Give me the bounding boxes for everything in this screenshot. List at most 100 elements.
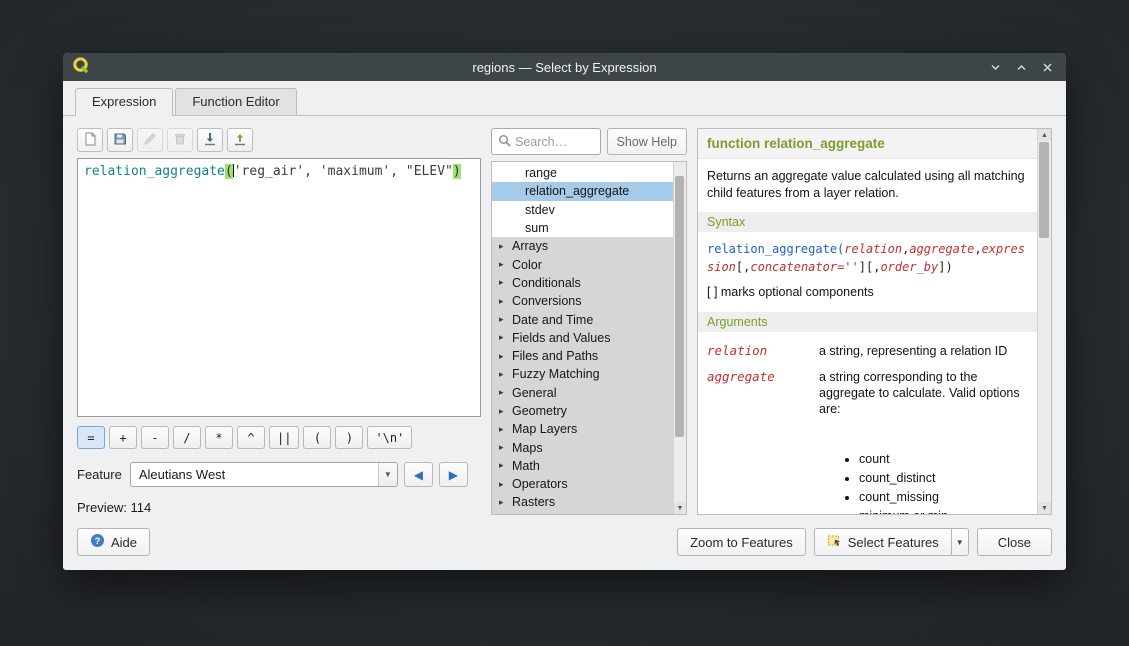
operator-button-5[interactable]: ^ (237, 426, 265, 449)
dialog-body: Expression Function Editor (63, 81, 1066, 570)
tree-item-rasters[interactable]: ▸Rasters (492, 493, 673, 511)
expression-token: relation_aggregate (84, 164, 225, 179)
expand-arrow-icon[interactable]: ▸ (499, 259, 512, 270)
new-expression-button[interactable] (77, 128, 103, 152)
tree-item-fields-and-values[interactable]: ▸Fields and Values (492, 329, 673, 347)
select-features-icon (827, 533, 842, 551)
operator-button-8[interactable]: ) (335, 426, 363, 449)
tree-item-math[interactable]: ▸Math (492, 457, 673, 475)
expand-arrow-icon[interactable]: ▸ (499, 479, 512, 490)
minimize-button[interactable] (986, 58, 1005, 77)
feature-label: Feature (77, 467, 122, 482)
syntax-token: , (974, 242, 981, 256)
search-input[interactable] (515, 135, 596, 149)
operator-button-0[interactable]: = (77, 426, 105, 449)
tree-item-geometry[interactable]: ▸Geometry (492, 402, 673, 420)
scroll-up-icon[interactable]: ▲ (1038, 129, 1051, 141)
help-scrollbar[interactable]: ▲ ▼ (1037, 129, 1051, 514)
tree-item-fuzzy-matching[interactable]: ▸Fuzzy Matching (492, 365, 673, 383)
tree-item-files-and-paths[interactable]: ▸Files and Paths (492, 347, 673, 365)
tree-item-general[interactable]: ▸General (492, 384, 673, 402)
tree-item-label: Conditionals (512, 276, 581, 290)
tab-function-editor[interactable]: Function Editor (175, 88, 296, 115)
search-row: Show Help (491, 128, 687, 155)
tree-item-maps[interactable]: ▸Maps (492, 438, 673, 456)
export-expressions-button[interactable] (227, 128, 253, 152)
arrow-up-icon (232, 131, 248, 150)
expand-arrow-icon[interactable]: ▸ (499, 241, 512, 252)
feature-row: Feature Aleutians West ▼ ◀ ▶ (77, 462, 481, 487)
tree-item-color[interactable]: ▸Color (492, 255, 673, 273)
expand-arrow-icon[interactable]: ▸ (499, 332, 512, 343)
operator-button-6[interactable]: || (269, 426, 299, 449)
operator-button-7[interactable]: ( (303, 426, 331, 449)
tab-bar: Expression Function Editor (63, 81, 1066, 116)
import-expressions-button[interactable] (197, 128, 223, 152)
titlebar[interactable]: regions — Select by Expression (63, 53, 1066, 81)
expand-arrow-icon[interactable]: ▸ (499, 387, 512, 398)
operator-button-1[interactable]: + (109, 426, 137, 449)
blank-document-icon (82, 131, 98, 150)
tree-scrollbar-thumb[interactable] (675, 176, 684, 436)
scroll-down-icon[interactable]: ▼ (1038, 502, 1051, 514)
operator-button-4[interactable]: * (205, 426, 233, 449)
previous-feature-button[interactable]: ◀ (404, 462, 433, 487)
expand-arrow-icon[interactable]: ▸ (499, 406, 512, 417)
help-scrollbar-thumb[interactable] (1039, 142, 1049, 238)
expression-editor[interactable]: relation_aggregate('reg_air', 'maximum',… (77, 158, 481, 417)
tree-item-operators[interactable]: ▸Operators (492, 475, 673, 493)
expand-arrow-icon[interactable]: ▸ (499, 460, 512, 471)
expand-arrow-icon[interactable]: ▸ (499, 497, 512, 508)
show-help-button[interactable]: Show Help (607, 128, 687, 155)
delete-expression-button[interactable] (167, 128, 193, 152)
tree-item-label: stdev (525, 203, 555, 217)
expression-token: 'reg_air', 'maximum', "ELEV" (234, 164, 453, 179)
function-tree: rangerelation_aggregatestdevsum▸Arrays▸C… (492, 162, 673, 514)
expand-arrow-icon[interactable]: ▸ (499, 369, 512, 380)
maximize-button[interactable] (1012, 58, 1031, 77)
select-features-button[interactable]: Select Features (815, 529, 951, 555)
tree-item-range[interactable]: range (492, 164, 673, 182)
expand-arrow-icon[interactable]: ▸ (499, 424, 512, 435)
svg-text:?: ? (95, 536, 101, 547)
operator-button-3[interactable]: / (173, 426, 201, 449)
expand-arrow-icon[interactable]: ▸ (499, 314, 512, 325)
tree-item-conditionals[interactable]: ▸Conditionals (492, 274, 673, 292)
pencil-icon (142, 131, 158, 150)
next-feature-button[interactable]: ▶ (439, 462, 468, 487)
tree-scrollbar[interactable]: ▼ (673, 162, 686, 514)
tree-item-sum[interactable]: sum (492, 219, 673, 237)
expand-arrow-icon[interactable]: ▸ (499, 277, 512, 288)
tree-item-stdev[interactable]: stdev (492, 201, 673, 219)
help-button[interactable]: ? Aide (77, 528, 150, 556)
chevron-down-icon[interactable]: ▼ (378, 463, 397, 486)
tree-item-relation-aggregate[interactable]: relation_aggregate (492, 182, 673, 200)
select-features-split-button: Select Features ▼ (814, 528, 969, 556)
expand-arrow-icon[interactable]: ▸ (499, 351, 512, 362)
select-features-dropdown[interactable]: ▼ (951, 529, 968, 555)
tab-expression[interactable]: Expression (75, 88, 173, 116)
tree-item-arrays[interactable]: ▸Arrays (492, 237, 673, 255)
tree-item-map-layers[interactable]: ▸Map Layers (492, 420, 673, 438)
feature-combobox[interactable]: Aleutians West ▼ (130, 462, 398, 487)
close-button[interactable]: Close (977, 528, 1052, 556)
expand-arrow-icon[interactable]: ▸ (499, 442, 512, 453)
tree-item-record-and-attributes[interactable]: ▸Record and Attributes (492, 512, 673, 514)
tree-item-date-and-time[interactable]: ▸Date and Time (492, 310, 673, 328)
operator-button-2[interactable]: - (141, 426, 169, 449)
operator-button-9[interactable]: '\n' (367, 426, 412, 449)
zoom-to-features-button[interactable]: Zoom to Features (677, 528, 806, 556)
tree-item-label: General (512, 386, 556, 400)
search-icon (498, 134, 511, 150)
expand-arrow-icon[interactable]: ▸ (499, 296, 512, 307)
dialog-footer: ? Aide Zoom to Features Select Features … (63, 519, 1066, 570)
tree-item-label: Color (512, 258, 542, 272)
edit-expression-button[interactable] (137, 128, 163, 152)
aggregate-option: minimum or min (859, 508, 1028, 515)
close-window-button[interactable] (1038, 58, 1057, 77)
scroll-down-icon[interactable]: ▼ (674, 502, 686, 514)
tree-item-conversions[interactable]: ▸Conversions (492, 292, 673, 310)
optional-note: [ ] marks optional components (707, 285, 1028, 299)
tree-item-label: Rasters (512, 495, 555, 509)
save-expression-button[interactable] (107, 128, 133, 152)
